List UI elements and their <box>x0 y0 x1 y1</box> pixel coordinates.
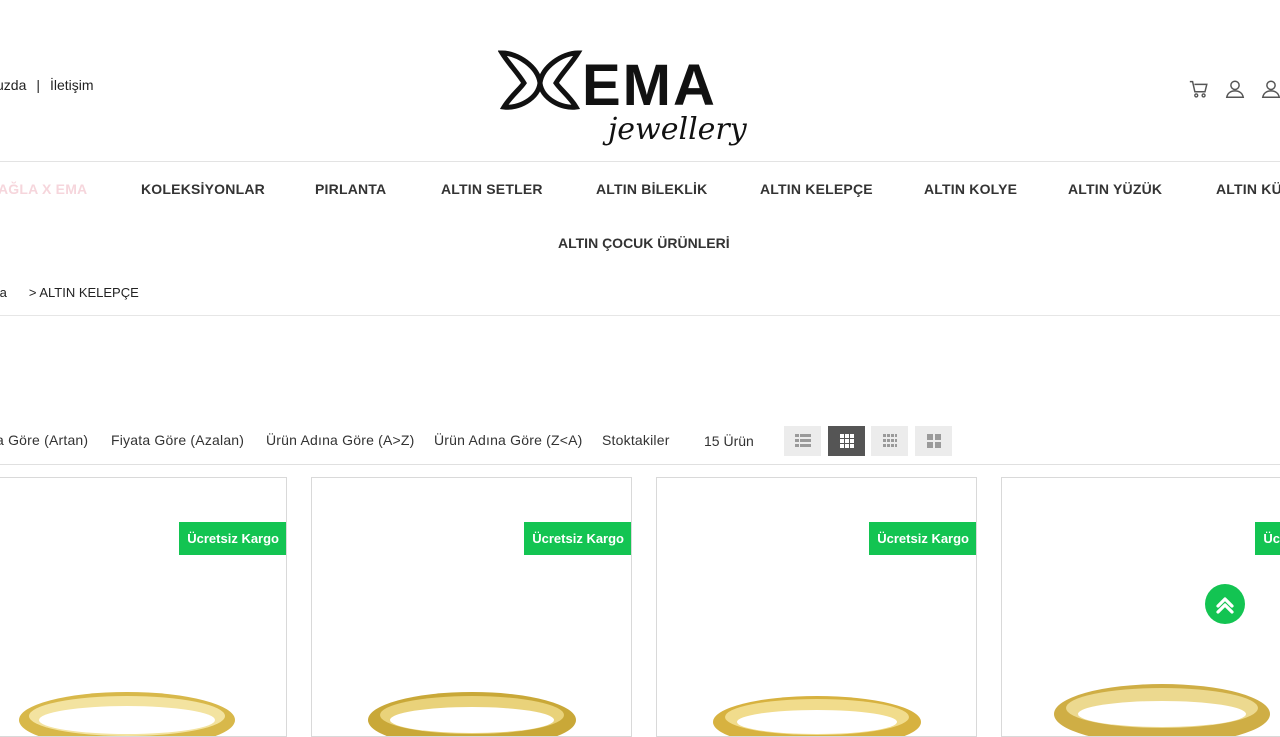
free-shipping-badge: Ücretsiz Kargo <box>524 522 631 555</box>
sort-name-desc[interactable]: Ürün Adına Göre (Z<A) <box>434 432 583 448</box>
chevron-up-icon <box>1216 597 1234 614</box>
view-grid-2-button[interactable] <box>915 426 952 456</box>
header-icons <box>1188 78 1280 100</box>
svg-text:EMA: EMA <box>582 53 717 118</box>
breadcrumb: fa > ALTIN KELEPÇE <box>0 285 139 300</box>
nav-item-koleksiyonlar[interactable]: KOLEKSİYONLAR <box>141 181 265 197</box>
sort-divider <box>0 464 1280 465</box>
free-shipping-badge: Ücretsiz Kargo <box>179 522 286 555</box>
user-icon[interactable] <box>1224 78 1246 100</box>
contact-link[interactable]: İletişim <box>50 77 94 93</box>
brand-logo[interactable]: EMA jewellery <box>497 47 748 151</box>
grid-2-icon <box>926 434 941 448</box>
bangle-image <box>367 692 576 736</box>
sort-price-asc[interactable]: a Göre (Artan) <box>0 432 88 448</box>
scroll-to-top-button[interactable] <box>1205 584 1245 624</box>
nav-item-altin-cocuk[interactable]: ALTIN ÇOCUK ÜRÜNLERİ <box>558 235 730 251</box>
header-divider <box>0 161 1280 162</box>
view-grid-4-button[interactable] <box>871 426 908 456</box>
nav-item-pirlanta[interactable]: PIRLANTA <box>315 181 386 197</box>
nav-item-altin-kelepce[interactable]: ALTIN KELEPÇE <box>760 181 873 197</box>
list-view-icon <box>794 434 811 447</box>
bangle-image <box>18 692 235 736</box>
nav-item-altin-setler[interactable]: ALTIN SETLER <box>441 181 543 197</box>
grid-4-icon <box>882 434 897 447</box>
sort-in-stock[interactable]: Stoktakiler <box>602 432 670 448</box>
sort-name-asc[interactable]: Ürün Adına Göre (A>Z) <box>266 432 415 448</box>
top-links: uzda | İletişim <box>0 77 94 93</box>
view-list-button[interactable] <box>784 426 821 456</box>
account-icon[interactable] <box>1260 78 1280 100</box>
nav-item-partial[interactable]: AĞLA X EMA <box>0 181 87 197</box>
grid-3-icon <box>839 434 854 448</box>
svg-text:jewellery: jewellery <box>602 112 748 147</box>
product-card[interactable]: Ücretsiz Kargo <box>656 477 977 737</box>
nav-item-altin-bileklik[interactable]: ALTIN BİLEKLİK <box>596 181 707 197</box>
bangle-image <box>712 696 921 736</box>
top-links-separator: | <box>36 77 40 93</box>
product-card[interactable]: Ücretsiz Kargo <box>311 477 632 737</box>
breadcrumb-current: > ALTIN KELEPÇE <box>28 285 139 300</box>
nav-item-altin-yuzuk[interactable]: ALTIN YÜZÜK <box>1068 181 1162 197</box>
breadcrumb-home[interactable]: fa <box>0 285 7 300</box>
nav-item-altin-kolye[interactable]: ALTIN KOLYE <box>924 181 1017 197</box>
product-count: 15 Ürün <box>704 433 754 449</box>
nav-item-altin-kupe[interactable]: ALTIN KÜ <box>1216 181 1280 197</box>
main-nav: AĞLA X EMA KOLEKSİYONLAR PIRLANTA ALTIN … <box>0 181 1280 201</box>
about-link[interactable]: uzda <box>0 77 26 93</box>
cart-icon[interactable] <box>1188 78 1210 100</box>
product-card[interactable]: Ücretsiz Kargo <box>0 477 287 737</box>
view-grid-3-button[interactable] <box>828 426 865 456</box>
bangle-image <box>1053 684 1270 736</box>
sort-price-desc[interactable]: Fiyata Göre (Azalan) <box>111 432 244 448</box>
free-shipping-badge: Ücretsiz Kargo <box>869 522 976 555</box>
breadcrumb-divider <box>0 315 1280 316</box>
free-shipping-badge: Ücretsiz <box>1255 522 1280 555</box>
logo-mark: EMA jewellery <box>497 50 748 147</box>
